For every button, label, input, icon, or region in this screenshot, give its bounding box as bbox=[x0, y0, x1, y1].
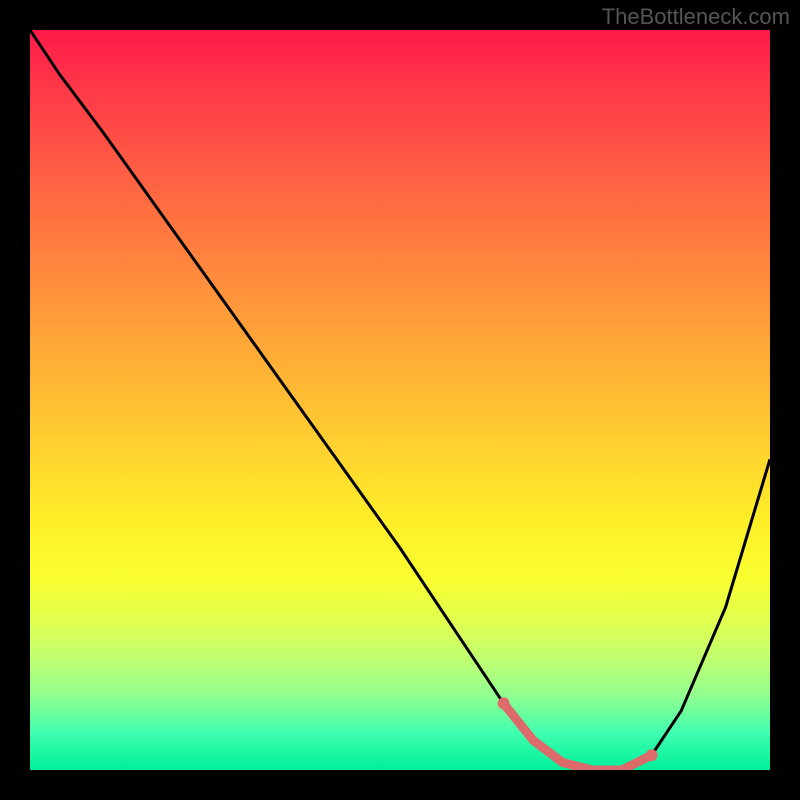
highlight-dot-start bbox=[498, 697, 510, 709]
highlight-segment-path bbox=[504, 703, 652, 770]
bottleneck-curve-path bbox=[30, 30, 770, 770]
highlight-dot-end bbox=[646, 749, 658, 761]
chart-container: TheBottleneck.com bbox=[0, 0, 800, 800]
watermark-text: TheBottleneck.com bbox=[602, 4, 790, 30]
curve-svg bbox=[30, 30, 770, 770]
plot-area bbox=[30, 30, 770, 770]
